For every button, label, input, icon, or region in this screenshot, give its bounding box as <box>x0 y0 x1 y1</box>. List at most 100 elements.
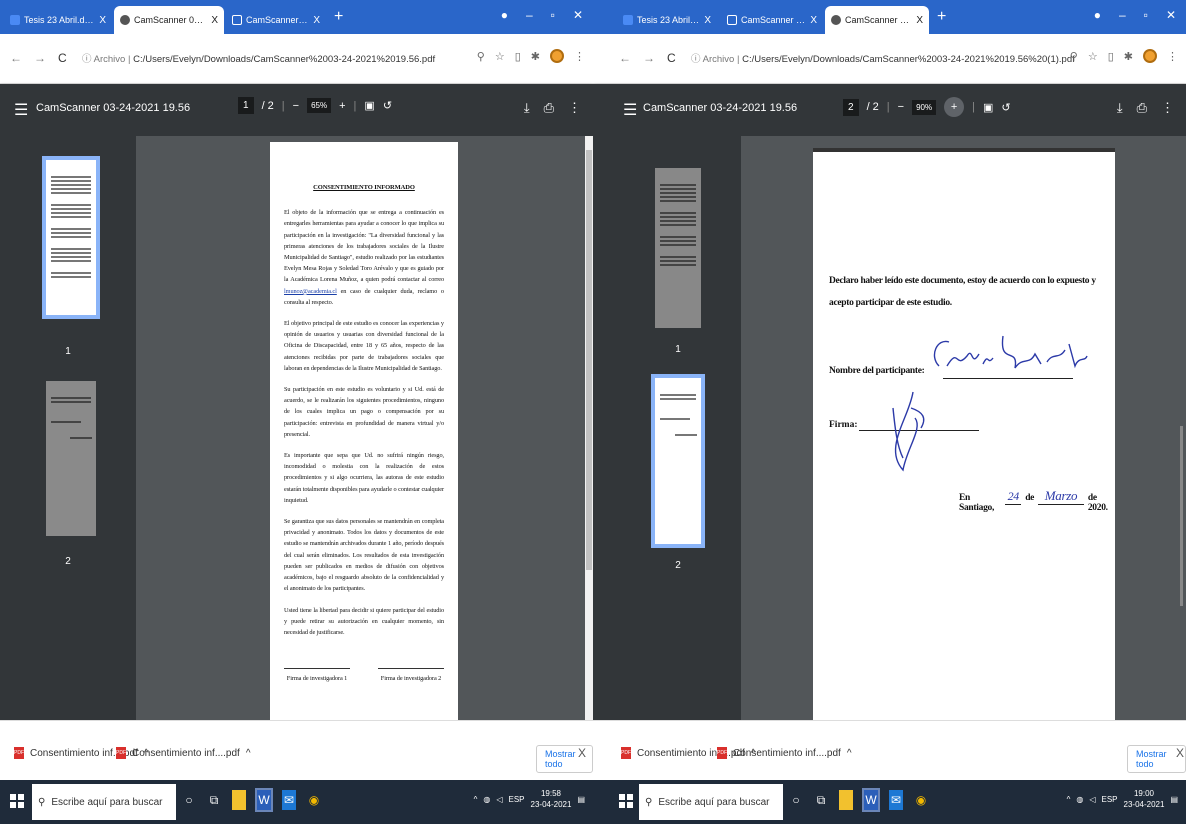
zoom-icon[interactable]: ⚲ <box>477 50 485 63</box>
rotate-icon[interactable]: ↺ <box>1001 101 1010 114</box>
more-options-icon[interactable]: ⋮ <box>568 100 581 116</box>
tab-docs[interactable]: Tesis 23 Abril.docx - Documento X <box>617 6 717 34</box>
close-downloads-icon[interactable]: X <box>1176 746 1184 760</box>
zoom-out-icon[interactable]: − <box>293 100 299 112</box>
cortana-icon[interactable]: ○ <box>789 790 803 810</box>
windows-start-icon[interactable] <box>10 794 24 808</box>
fit-page-icon[interactable]: ▣ <box>364 99 374 112</box>
download-item[interactable]: PDF Consentimiento inf....pdf ^ <box>717 747 852 759</box>
email-link[interactable]: lmunoz@academia.cl <box>284 288 337 295</box>
clock[interactable]: 19:58 23-04-2021 <box>531 788 572 810</box>
chevron-up-icon[interactable]: ^ <box>1067 795 1071 804</box>
clock[interactable]: 19:00 23-04-2021 <box>1124 788 1165 810</box>
chrome-icon[interactable]: ◉ <box>914 790 928 810</box>
back-icon[interactable]: ← <box>619 51 631 65</box>
chevron-up-icon[interactable]: ^ <box>246 748 251 759</box>
scrollbar[interactable] <box>585 136 593 720</box>
reload-icon[interactable]: C <box>667 51 676 65</box>
language-indicator[interactable]: ESP <box>509 795 525 804</box>
taskbar-search[interactable]: ⚲ Escribe aquí para buscar <box>639 784 783 820</box>
page-input[interactable]: 2 <box>843 98 859 116</box>
extension-icon[interactable]: ▯ <box>1108 50 1114 63</box>
menu-icon[interactable]: ☰ <box>14 100 28 120</box>
thumbnail-page-1[interactable] <box>655 168 701 328</box>
avatar[interactable] <box>1143 49 1157 63</box>
download-icon[interactable]: ⤓ <box>524 100 530 116</box>
close-window-icon[interactable]: ✕ <box>573 8 583 22</box>
network-icon[interactable]: ◍ <box>483 795 490 804</box>
file-explorer-icon[interactable] <box>232 790 246 810</box>
new-tab-button[interactable]: + <box>334 9 343 25</box>
chrome-icon[interactable]: ◉ <box>307 790 321 810</box>
tab-camscanner[interactable]: CamScanner 03-24-2021 19.56 X <box>226 6 326 34</box>
minimize-icon[interactable]: – <box>526 8 533 22</box>
maximize-icon[interactable]: ▫ <box>551 8 555 22</box>
rotate-icon[interactable]: ↺ <box>383 99 392 112</box>
forward-icon[interactable]: → <box>643 51 655 65</box>
file-explorer-icon[interactable] <box>839 790 853 810</box>
close-window-icon[interactable]: ✕ <box>1166 8 1176 22</box>
close-tab-icon[interactable]: X <box>211 15 218 26</box>
close-tab-icon[interactable]: X <box>810 15 817 26</box>
volume-icon[interactable]: ◁ <box>496 795 502 804</box>
puzzle-icon[interactable]: ✱ <box>1124 50 1133 63</box>
tab-camscanner-active[interactable]: CamScanner 03-24-2021 19.56 X <box>114 6 224 34</box>
more-icon[interactable]: ⋮ <box>574 50 585 63</box>
close-tab-icon[interactable]: X <box>704 15 711 26</box>
puzzle-icon[interactable]: ✱ <box>531 50 540 63</box>
task-view-icon[interactable]: ⧉ <box>207 790 221 810</box>
scrollbar-thumb[interactable] <box>1180 426 1183 606</box>
forward-icon[interactable]: → <box>34 51 46 65</box>
zoom-icon[interactable]: ⚲ <box>1070 50 1078 63</box>
star-icon[interactable]: ☆ <box>495 50 505 63</box>
more-options-icon[interactable]: ⋮ <box>1161 100 1174 116</box>
zoom-in-icon[interactable]: + <box>339 100 345 112</box>
notification-icon[interactable]: ▤ <box>577 795 585 804</box>
print-icon[interactable]: ⎙ <box>1137 100 1147 116</box>
zoom-out-icon[interactable]: − <box>898 101 904 113</box>
taskbar-search[interactable]: ⚲ Escribe aquí para buscar <box>32 784 176 820</box>
page-input[interactable]: 1 <box>238 97 254 114</box>
language-indicator[interactable]: ESP <box>1102 795 1118 804</box>
volume-icon[interactable]: ◁ <box>1089 795 1095 804</box>
minimize-icon[interactable]: – <box>1119 8 1126 22</box>
close-tab-icon[interactable]: X <box>99 15 106 26</box>
network-icon[interactable]: ◍ <box>1076 795 1083 804</box>
scrollbar[interactable] <box>1178 136 1186 720</box>
zoom-input[interactable]: 65% <box>307 98 332 113</box>
close-tab-icon[interactable]: X <box>916 15 923 26</box>
tab-camscanner-active[interactable]: CamScanner 03-24-2021 19.56 X <box>825 6 929 34</box>
url-field[interactable]: ⓘ Archivo | C:/Users/Evelyn/Downloads/Ca… <box>82 51 435 65</box>
task-view-icon[interactable]: ⧉ <box>814 790 828 810</box>
extension-icon[interactable]: ▯ <box>515 50 521 63</box>
avatar[interactable] <box>550 49 564 63</box>
download-item[interactable]: PDF Consentimiento inf....pdf ^ <box>116 747 251 759</box>
print-icon[interactable]: ⎙ <box>544 100 554 116</box>
windows-start-icon[interactable] <box>619 794 633 808</box>
scrollbar-thumb[interactable] <box>586 150 592 570</box>
chevron-up-icon[interactable]: ^ <box>847 748 852 759</box>
maximize-icon[interactable]: ▫ <box>1144 8 1148 22</box>
close-downloads-icon[interactable]: X <box>578 746 586 760</box>
close-tab-icon[interactable]: X <box>313 15 320 26</box>
mail-icon[interactable]: ✉ <box>282 790 296 810</box>
url-field[interactable]: ⓘ Archivo | C:/Users/Evelyn/Downloads/Ca… <box>691 51 1075 65</box>
zoom-input[interactable]: 90% <box>912 99 937 115</box>
chevron-up-icon[interactable]: ^ <box>474 795 478 804</box>
mail-icon[interactable]: ✉ <box>889 790 903 810</box>
menu-icon[interactable]: ☰ <box>623 100 637 120</box>
fit-page-icon[interactable]: ▣ <box>983 101 993 114</box>
account-icon[interactable]: ● <box>501 8 508 22</box>
tab-camscanner[interactable]: CamScanner 03-24-2021 19.56 X <box>721 6 823 34</box>
notification-icon[interactable]: ▤ <box>1170 795 1178 804</box>
more-icon[interactable]: ⋮ <box>1167 50 1178 63</box>
word-icon[interactable]: W <box>862 788 880 812</box>
new-tab-button[interactable]: + <box>937 9 946 25</box>
star-icon[interactable]: ☆ <box>1088 50 1098 63</box>
word-icon[interactable]: W <box>255 788 273 812</box>
back-icon[interactable]: ← <box>10 51 22 65</box>
zoom-in-icon[interactable]: + <box>944 97 965 117</box>
cortana-icon[interactable]: ○ <box>182 790 196 810</box>
account-icon[interactable]: ● <box>1094 8 1101 22</box>
thumbnail-page-1[interactable] <box>42 156 100 319</box>
